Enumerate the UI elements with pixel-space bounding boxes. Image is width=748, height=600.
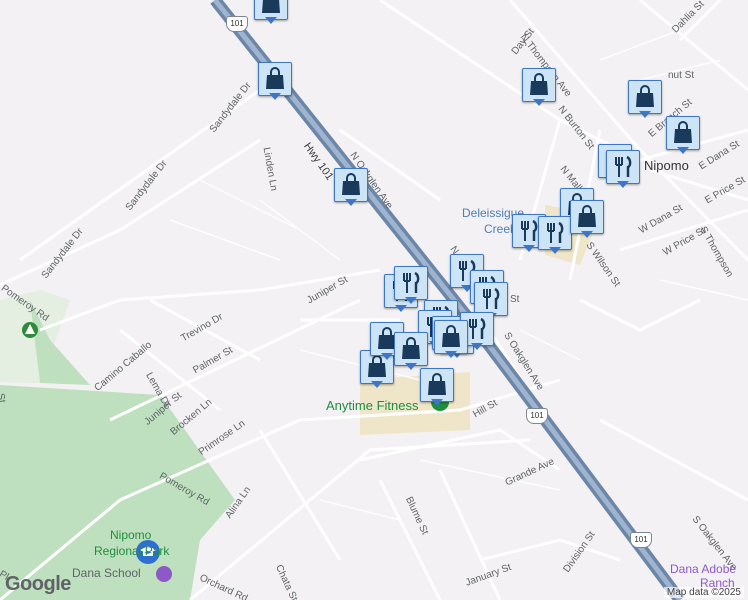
marker-pointer: [581, 231, 593, 238]
marker-pointer: [639, 111, 651, 118]
town-label: Nipomo: [644, 158, 689, 173]
shopping-bag-icon: [578, 205, 596, 227]
shopping-bag-icon: [442, 325, 460, 347]
restaurant-marker[interactable]: [394, 266, 428, 304]
highway-shield: 101: [226, 16, 248, 32]
shopping-marker[interactable]: [258, 62, 292, 100]
shopping-bag-icon: [262, 0, 280, 13]
marker-pointer: [445, 351, 457, 358]
fork-knife-icon: [483, 287, 500, 309]
shopping-bag-icon: [428, 373, 446, 395]
shopping-marker[interactable]: [434, 320, 468, 358]
shopping-marker[interactable]: [522, 68, 556, 106]
marker-pointer: [677, 147, 689, 154]
shopping-bag-icon: [674, 121, 692, 143]
marker-pointer: [533, 99, 545, 106]
shopping-bag-icon: [342, 173, 360, 195]
highway-shield: 101: [526, 408, 548, 424]
map-attribution[interactable]: Map data ©2025: [663, 587, 744, 598]
shopping-marker[interactable]: [666, 116, 700, 154]
marker-pointer: [381, 353, 393, 360]
street-label: nut St: [668, 70, 695, 81]
street-label: St: [510, 294, 520, 305]
restaurant-marker[interactable]: [606, 150, 640, 188]
shopping-bag-icon: [266, 67, 284, 89]
poi-anytime-fitness[interactable]: Anytime Fitness: [326, 398, 418, 413]
shopping-bag-icon: [530, 73, 548, 95]
fork-knife-icon: [615, 155, 632, 177]
marker-pointer: [405, 363, 417, 370]
highway-shield: 101: [630, 532, 652, 548]
marker-pointer: [371, 381, 383, 388]
fork-knife-icon: [547, 221, 564, 243]
poi-park-name-2[interactable]: Regional Park: [94, 544, 169, 558]
shopping-marker[interactable]: [254, 0, 288, 24]
restaurant-marker[interactable]: [538, 216, 572, 254]
marker-pointer: [269, 93, 281, 100]
poi-dana-adobe[interactable]: Dana Adobe: [670, 562, 736, 576]
marker-pointer: [431, 399, 443, 406]
shopping-marker[interactable]: [570, 200, 604, 238]
shopping-marker[interactable]: [394, 332, 428, 370]
marker-pointer: [395, 305, 407, 312]
shopping-marker[interactable]: [628, 80, 662, 118]
marker-pointer: [617, 181, 629, 188]
shopping-bag-icon: [402, 337, 420, 359]
marker-pointer: [345, 199, 357, 206]
map-canvas[interactable]: N Thompson Ave Day St Dahlia St N Burton…: [0, 0, 748, 600]
shopping-marker[interactable]: [334, 168, 368, 206]
marker-pointer: [523, 245, 535, 252]
poi-dana-school[interactable]: Dana School: [72, 566, 141, 580]
poi-park-name-1[interactable]: Nipomo: [110, 528, 151, 542]
marker-pointer: [405, 297, 417, 304]
google-logo: Google: [5, 573, 71, 595]
shopping-marker[interactable]: [420, 368, 454, 406]
fork-knife-icon: [403, 271, 420, 293]
marker-pointer: [549, 247, 561, 254]
marker-pointer: [265, 17, 277, 24]
marker-pointer: [471, 343, 483, 350]
shopping-bag-icon: [636, 85, 654, 107]
